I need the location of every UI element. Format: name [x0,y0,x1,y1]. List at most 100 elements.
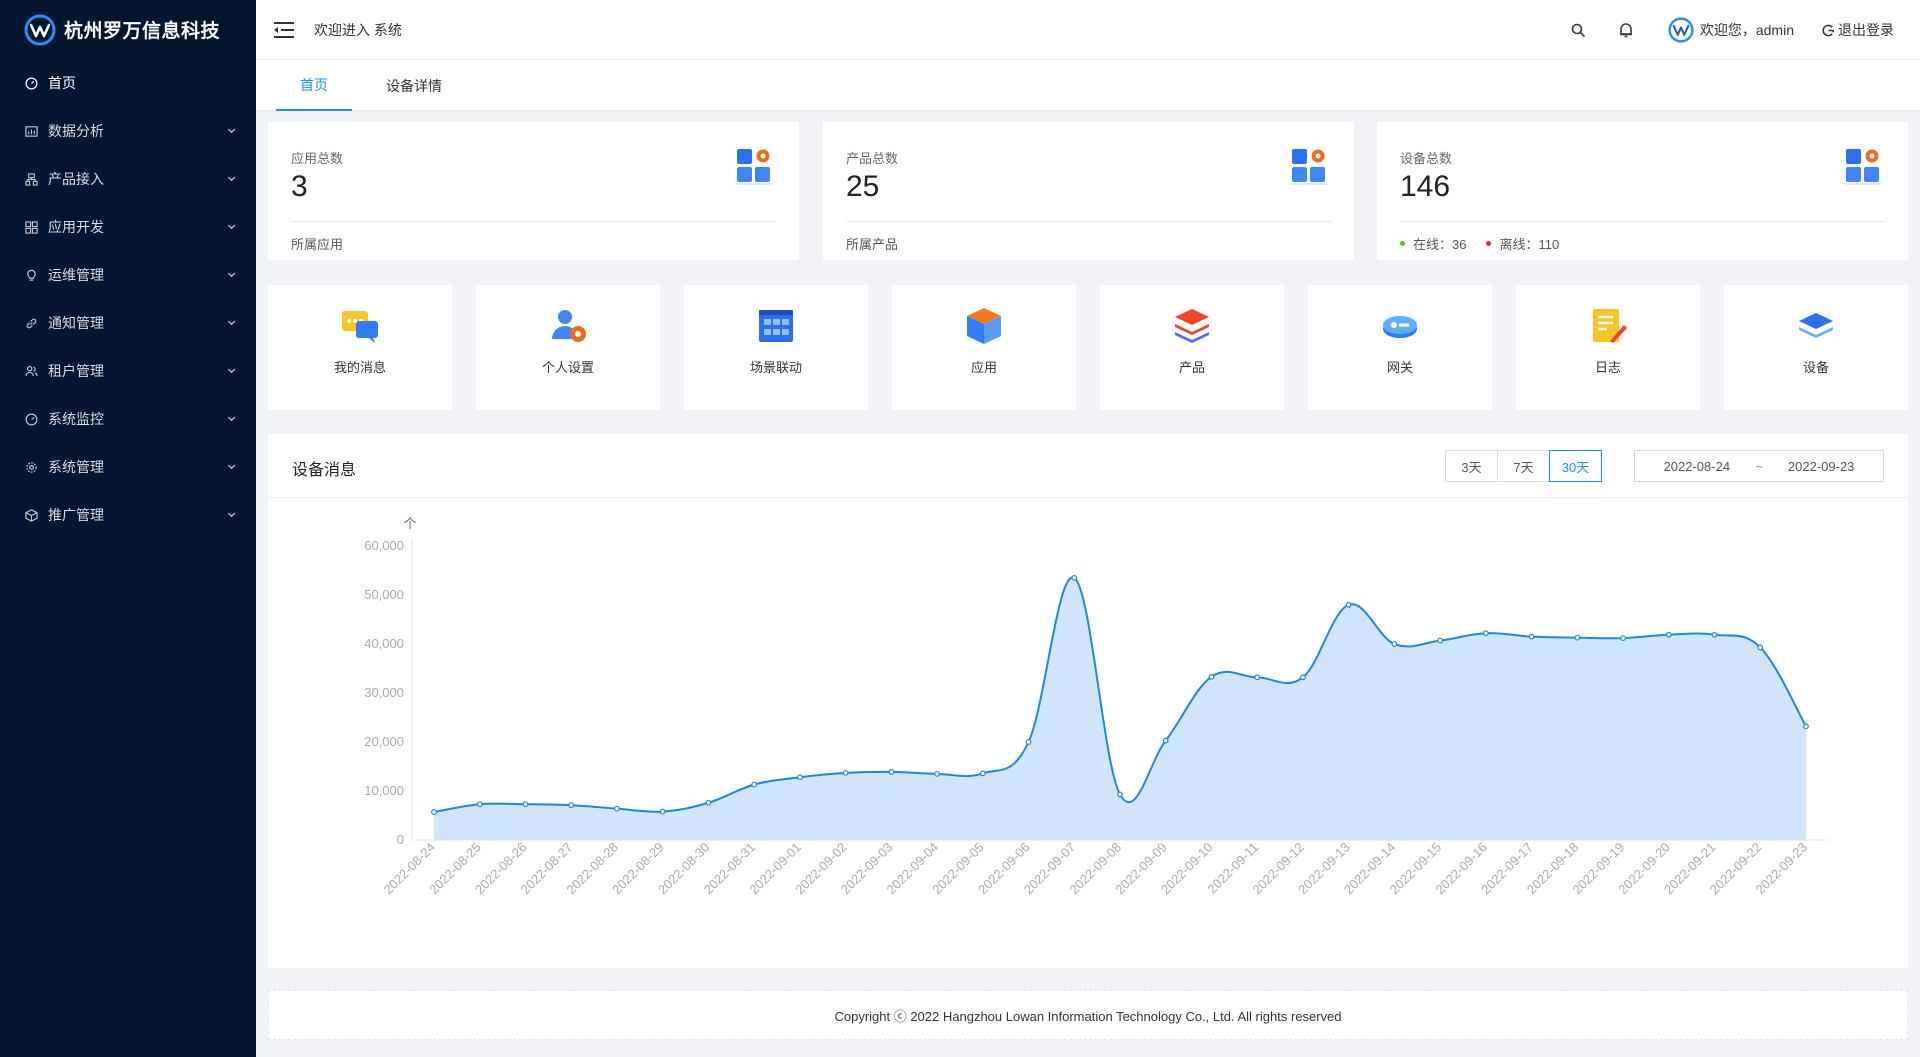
stat-value: 25 [846,170,880,203]
data-point [1665,631,1672,638]
sidebar-item-label: 产品接入 [48,171,104,187]
data-point [431,809,437,815]
data-point [1345,601,1352,608]
layers-icon [1175,309,1209,343]
date-separator: ~ [1755,458,1763,474]
link-icon [24,316,38,330]
range-3d-button[interactable]: 3天 [1445,450,1498,482]
sidebar-item-1[interactable]: 数据分析 [0,107,256,155]
user-settings-icon [552,310,586,342]
logout-button[interactable]: 退出登录 [1822,20,1894,40]
sidebar-item-label: 数据分析 [48,123,104,139]
data-point [842,769,849,776]
log-icon [1593,309,1627,343]
stat-sub: 所属应用 [291,237,344,252]
y-tick-label: 0 [397,832,404,847]
sidebar-item-3[interactable]: 应用开发 [0,203,256,251]
stat-title: 设备总数 [1400,151,1453,166]
y-tick-label: 60,000 [364,538,404,553]
gauge-icon [24,412,38,426]
top-header: 欢迎进入 系统 欢迎您，admin 退出登录 [256,0,1920,60]
menu-toggle-icon[interactable] [274,19,296,41]
data-point [1208,673,1215,680]
user-menu[interactable]: 欢迎您，admin [1668,17,1794,43]
offline-dot [1486,241,1492,246]
sidebar-item-0[interactable]: 首页 [0,59,256,107]
data-point [476,801,483,808]
cluster-icon [24,172,38,186]
data-point [1528,633,1535,640]
tile-6[interactable]: 日志 [1516,285,1700,410]
data-point [796,774,803,781]
company-logo-icon [24,14,56,45]
bulb-icon [24,268,38,282]
date-start[interactable]: 2022-08-24 [1664,459,1731,474]
tab-device-detail[interactable]: 设备详情 [374,60,454,111]
data-point [1071,574,1078,581]
logout-label: 退出登录 [1838,22,1894,38]
stat-title: 产品总数 [846,151,899,166]
data-point [1300,674,1306,681]
data-point [659,808,666,815]
search-icon[interactable] [1570,22,1586,38]
tile-0[interactable]: 我的消息 [268,285,452,410]
chevron-down-icon [226,365,238,377]
tile-2[interactable]: 场景联动 [684,285,868,410]
chevron-down-icon [226,221,238,233]
range-7d-button[interactable]: 7天 [1497,450,1550,482]
date-range-picker[interactable]: 2022-08-24 ~ 2022-09-23 [1634,450,1884,482]
stat-card-apps: 应用总数 3 所属应用 [268,122,799,260]
sidebar-item-label: 推广管理 [48,507,104,523]
tile-3[interactable]: 应用 [892,285,1076,410]
copyright-text: Copyright ⓒ 2022 Hangzhou Lowan Informat… [834,1008,1342,1024]
data-point [888,768,895,775]
data-point [1482,630,1489,637]
tile-label: 设备 [1802,360,1829,375]
tab-home-label: 首页 [300,76,328,93]
tile-4[interactable]: 产品 [1100,285,1284,410]
sidebar-item-label: 应用开发 [48,219,104,235]
range-30d-button[interactable]: 30天 [1549,450,1602,482]
y-tick-label: 50,000 [364,587,404,602]
bell-icon[interactable] [1618,22,1634,38]
chevron-down-icon [226,125,238,137]
box-icon [967,308,1001,344]
sidebar-item-label: 运维管理 [48,267,104,283]
range-selector: 3天 7天 30天 [1445,450,1602,482]
logout-icon [1822,24,1834,36]
tile-label: 日志 [1594,360,1621,375]
sidebar-item-label: 租户管理 [48,363,104,379]
sidebar-item-4[interactable]: 运维管理 [0,251,256,299]
chevron-down-icon [226,413,238,425]
apps-gear-icon [1290,149,1328,185]
chevron-down-icon [226,317,238,329]
tile-7[interactable]: 设备 [1724,285,1908,410]
device-status: 在线：36 离线：110 [1400,234,1559,253]
sidebar-menu: 首页数据分析产品接入应用开发运维管理通知管理租户管理系统监控 系统管理推广管理 [0,59,256,539]
appstore-icon [24,220,38,234]
tile-label: 场景联动 [749,360,802,375]
sidebar-item-2[interactable]: 产品接入 [0,155,256,203]
tile-5[interactable]: 网关 [1308,285,1492,410]
sidebar-item-label: 通知管理 [48,315,104,331]
sidebar-item-6[interactable]: 租户管理 [0,347,256,395]
divider [1400,221,1885,222]
scene-icon [759,310,793,342]
y-tick-label: 40,000 [364,636,404,651]
sidebar-item-8[interactable]: 系统管理 [0,443,256,491]
data-point [1711,631,1718,638]
tile-1[interactable]: 个人设置 [476,285,660,410]
chevron-down-icon [226,461,238,473]
data-point [1574,634,1581,641]
sidebar-item-7[interactable]: 系统监控 [0,395,256,443]
data-point [1025,739,1032,745]
sidebar-item-9[interactable]: 推广管理 [0,491,256,539]
gateway-icon [1383,316,1417,338]
y-axis-unit: 个 [403,517,416,532]
date-end[interactable]: 2022-09-23 [1788,459,1855,474]
sidebar-item-5[interactable]: 通知管理 [0,299,256,347]
stat-card-products: 产品总数 25 所属产品 [823,122,1354,260]
data-point [1437,637,1444,644]
logo[interactable]: 杭州罗万信息科技 [0,0,256,59]
tab-home[interactable]: 首页 [276,60,352,111]
